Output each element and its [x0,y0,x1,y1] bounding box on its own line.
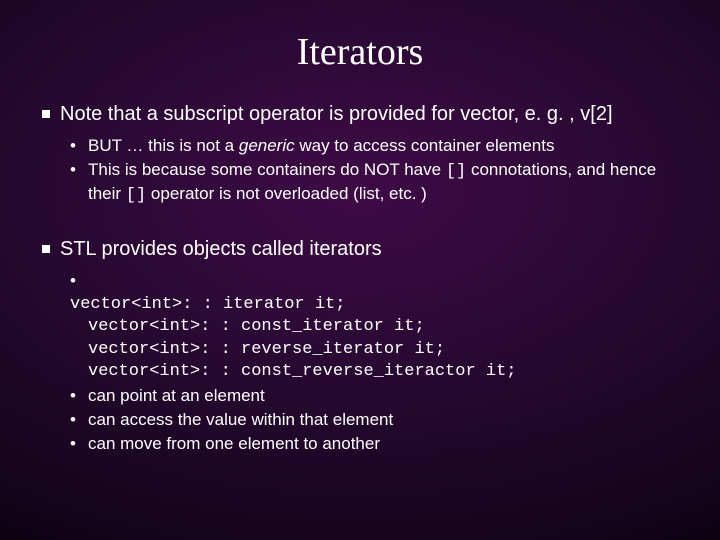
text: way to access container elements [295,136,555,155]
text: operator is not overloaded (list, etc. ) [146,184,427,203]
dot-bullet-icon: • [70,409,88,431]
code-text: [] [446,162,466,181]
sub-bullet: •BUT … this is not a generic way to acce… [70,135,678,157]
dot-bullet-icon: • [70,385,88,407]
spacer [42,223,678,237]
text: can access the value within that element [88,410,393,429]
slide-title: Iterators [0,0,720,74]
slide: Iterators Note that a subscript operator… [0,0,720,540]
code-line: vector<int>: : iterator it; [88,294,678,316]
text: This is because some containers do NOT h… [88,160,446,179]
code-line: vector<int>: : reverse_iterator it; [88,339,678,361]
bullet-level1: Note that a subscript operator is provid… [42,102,678,127]
sub-bullet: •can access the value within that elemen… [70,409,678,431]
code-line: vector<int>: : const_reverse_iteractor i… [88,361,678,383]
text: BUT … this is not a [88,136,239,155]
code-text: [] [126,186,146,205]
dot-bullet-icon: • [70,433,88,455]
dot-bullet-icon: • [70,270,88,292]
square-bullet-icon [42,110,50,118]
dot-bullet-icon: • [70,135,88,157]
slide-content: Note that a subscript operator is provid… [0,102,720,455]
sub-bullet: •can move from one element to another [70,433,678,455]
sub-bullet: •This is because some containers do NOT … [70,159,678,207]
sub-bullet-list: •BUT … this is not a generic way to acce… [70,135,678,207]
text: can move from one element to another [88,434,380,453]
text: can point at an element [88,386,265,405]
bullet-text: STL provides objects called iterators [60,238,382,260]
square-bullet-icon [42,245,50,253]
sub-bullet: •can point at an element [70,385,678,407]
bullet-text: Note that a subscript operator is provid… [60,103,613,125]
dot-bullet-icon: • [70,159,88,181]
emphasis-text: generic [239,136,295,155]
sub-bullet: • vector<int>: : iterator it; vector<int… [70,270,678,382]
bullet-level1: STL provides objects called iterators [42,237,678,262]
sub-bullet-list: • vector<int>: : iterator it; vector<int… [70,270,678,455]
code-line: vector<int>: : const_iterator it; [88,316,678,338]
code-block: vector<int>: : iterator it; vector<int>:… [88,294,678,382]
